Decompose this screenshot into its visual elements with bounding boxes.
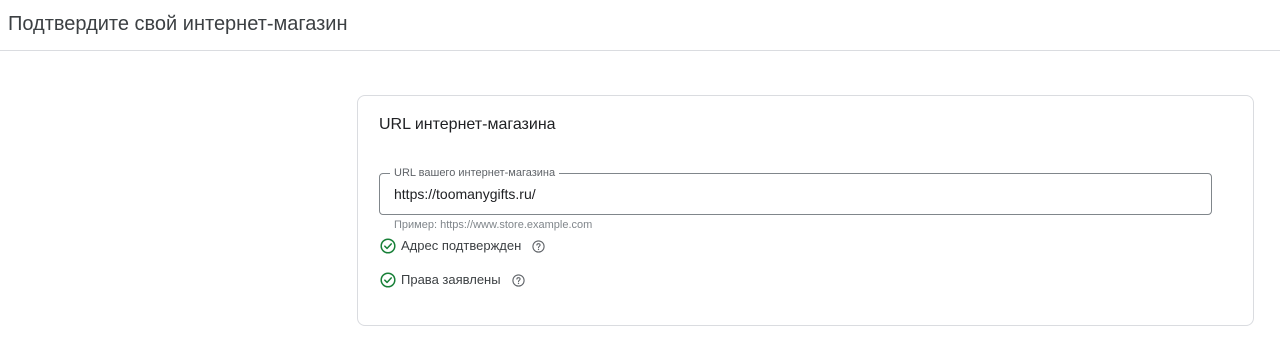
page-header: Подтвердите свой интернет-магазин bbox=[0, 0, 1280, 51]
check-circle-icon bbox=[380, 238, 396, 254]
help-circle-icon[interactable] bbox=[532, 239, 545, 253]
status-rights-claimed: Права заявлены bbox=[380, 270, 525, 290]
check-circle-icon bbox=[380, 272, 396, 288]
store-url-helper-text: Пример: https://www.store.example.com bbox=[394, 219, 593, 231]
help-circle-icon[interactable] bbox=[511, 273, 525, 287]
card-title: URL интернет-магазина bbox=[379, 116, 556, 133]
status-label: Адрес подтвержден bbox=[401, 238, 522, 253]
store-url-field-label: URL вашего интернет-магазина bbox=[390, 166, 560, 180]
store-url-input[interactable] bbox=[394, 184, 1194, 204]
page-title: Подтвердите свой интернет-магазин bbox=[8, 13, 348, 35]
store-url-field[interactable]: URL вашего интернет-магазина bbox=[379, 166, 1212, 215]
status-label: Права заявлены bbox=[401, 272, 501, 287]
store-url-card: URL интернет-магазина URL вашего интерне… bbox=[357, 95, 1254, 326]
status-address-verified: Адрес подтвержден bbox=[380, 236, 545, 256]
